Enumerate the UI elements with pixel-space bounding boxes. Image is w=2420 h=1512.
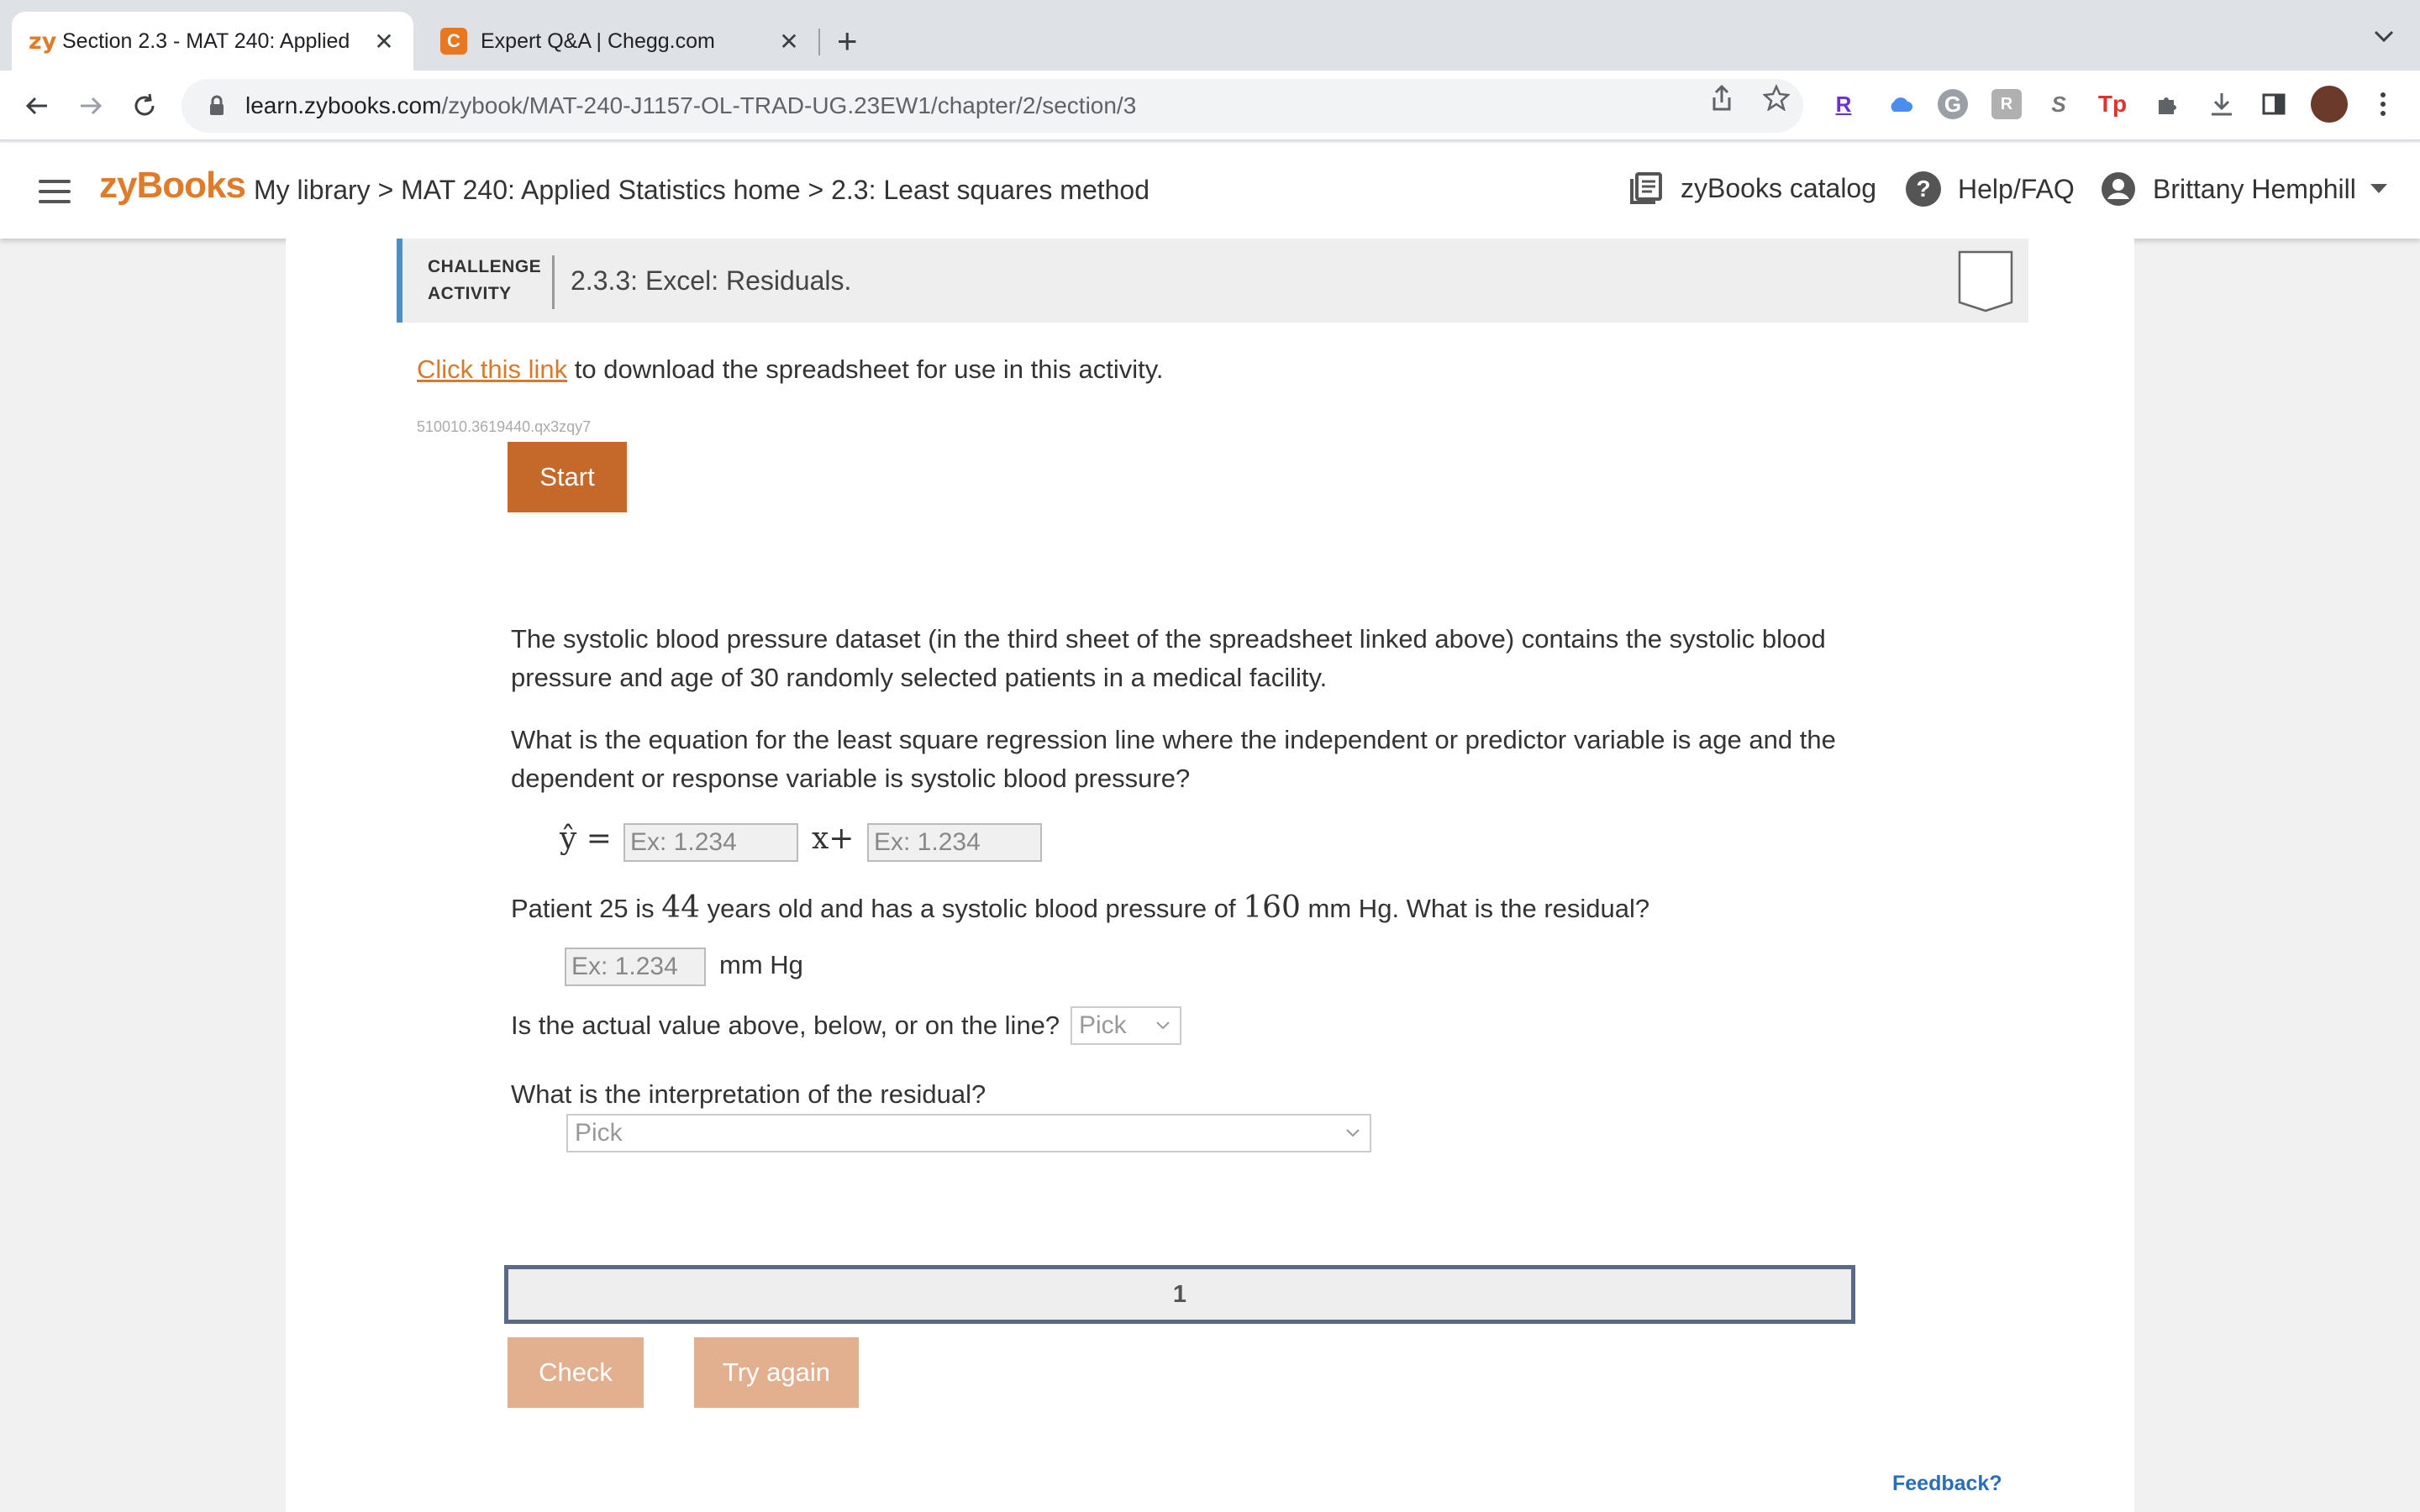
feedback-link[interactable]: Feedback?	[1892, 1472, 2002, 1496]
profile-avatar[interactable]	[2311, 86, 2348, 123]
help-faq-link[interactable]: ? Help/FAQ	[1906, 171, 2075, 207]
translate-extension-icon[interactable]: R	[1991, 89, 2022, 119]
question-equation-prompt: What is the equation for the least squar…	[511, 725, 1836, 793]
tab-chegg[interactable]: C Expert Q&A | Chegg.com ✕	[424, 12, 818, 71]
try-again-button[interactable]: Try again	[694, 1337, 859, 1408]
activity-type-label: CHALLENGE ACTIVITY	[428, 257, 542, 303]
user-menu[interactable]: Brittany Hemphill	[2101, 171, 2388, 207]
start-button[interactable]: Start	[508, 442, 627, 512]
chevron-down-icon	[1156, 1021, 1170, 1030]
unit-label: mm Hg	[719, 950, 803, 979]
interpretation-question: What is the interpretation of the residu…	[511, 1079, 986, 1109]
zybooks-favicon-icon: zy	[29, 28, 57, 55]
back-arrow-icon[interactable]	[18, 87, 55, 124]
activity-title: 2.3.3: Excel: Residuals.	[571, 265, 852, 296]
zybooks-catalog-link[interactable]: zyBooks catalog	[1628, 171, 1876, 205]
new-tab-button[interactable]: +	[837, 18, 858, 64]
lock-icon	[210, 95, 224, 115]
tab-zybooks[interactable]: zy Section 2.3 - MAT 240: Applied ✕	[12, 12, 413, 71]
address-bar[interactable]: learn.zybooks.com/zybook/MAT-240-J1157-O…	[182, 79, 1803, 133]
x-plus-label: x+	[812, 822, 855, 856]
caret-down-icon	[2370, 184, 2387, 193]
grammarly-extension-icon[interactable]: G	[1938, 89, 1968, 119]
activity-id: 510010.3619440.qx3zqy7	[417, 418, 592, 435]
side-panel-icon[interactable]	[2259, 89, 2289, 119]
tab-search-icon[interactable]	[2373, 24, 2395, 50]
close-tab-icon[interactable]: ✕	[371, 28, 397, 55]
share-icon[interactable]	[1709, 84, 1734, 119]
interpretation-select[interactable]: Pick	[566, 1114, 1371, 1152]
y-hat-equals: ŷ =	[560, 822, 612, 856]
extension-r-icon[interactable]: R	[1828, 89, 1859, 119]
residual-input[interactable]: Ex: 1.234	[565, 948, 706, 986]
close-tab-icon[interactable]: ✕	[776, 28, 802, 55]
cloud-extension-icon[interactable]	[1886, 89, 1916, 119]
position-select[interactable]: Pick	[1071, 1006, 1181, 1045]
activity-header: CHALLENGE ACTIVITY 2.3.3: Excel: Residual…	[397, 239, 2028, 323]
intercept-input[interactable]: Ex: 1.234	[867, 823, 1042, 862]
position-question: Is the actual value above, below, or on …	[511, 1011, 1060, 1040]
help-icon: ?	[1906, 171, 1941, 207]
question-intro: The systolic blood pressure dataset (in …	[511, 624, 1826, 692]
browser-tab-bar: zy Section 2.3 - MAT 240: Applied ✕ C Ex…	[0, 0, 2420, 71]
download-icon[interactable]	[2207, 89, 2237, 119]
tab-title: Expert Q&A | Chegg.com	[481, 29, 715, 53]
catalog-icon	[1630, 172, 1662, 204]
zybooks-logo[interactable]: zyBooks	[99, 165, 246, 207]
chegg-favicon-icon: C	[440, 28, 467, 55]
bookmark-star-icon[interactable]	[1762, 83, 1791, 118]
header-divider	[552, 255, 555, 309]
download-instructions: Click this link to download the spreadsh…	[417, 354, 1164, 384]
reload-icon[interactable]	[126, 87, 163, 124]
extension-s-icon[interactable]: S	[2044, 89, 2074, 119]
zybooks-header: zyBooks My library > MAT 240: Applied St…	[0, 143, 2420, 239]
tab-title: Section 2.3 - MAT 240: Applied	[62, 29, 350, 53]
url-text: learn.zybooks.com/zybook/MAT-240-J1157-O…	[245, 92, 1137, 118]
extension-tp-icon[interactable]: Tp	[2097, 89, 2128, 119]
breadcrumb[interactable]: My library > MAT 240: Applied Statistics…	[254, 175, 1150, 206]
user-account-icon	[2102, 172, 2135, 206]
kebab-menu-icon[interactable]	[2368, 89, 2398, 119]
download-spreadsheet-link[interactable]: Click this link	[417, 354, 567, 384]
extensions-puzzle-icon[interactable]	[2153, 89, 2183, 119]
forward-arrow-icon[interactable]	[72, 87, 109, 124]
hamburger-menu-icon[interactable]	[39, 180, 71, 203]
chevron-down-icon	[1346, 1129, 1360, 1137]
slope-input[interactable]: Ex: 1.234	[623, 823, 798, 862]
check-button[interactable]: Check	[508, 1337, 644, 1408]
level-progress-bar[interactable]: 1	[504, 1265, 1855, 1324]
tab-separator	[818, 29, 820, 55]
completion-bookmark-icon	[1958, 250, 2013, 312]
residual-question: Patient 25 is 44 years old and has a sys…	[511, 890, 1650, 925]
